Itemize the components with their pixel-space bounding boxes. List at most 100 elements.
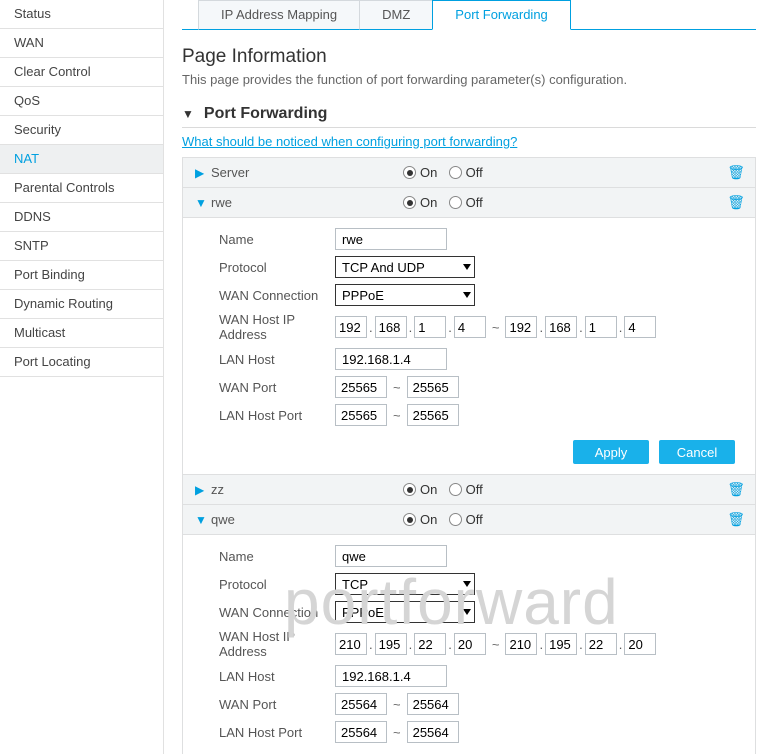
radio-off[interactable] [449,196,462,209]
tabs: IP Address Mapping DMZ Port Forwarding [182,0,756,30]
rule-header-qwe[interactable]: ▼ qwe On Off 🗑 [183,505,755,535]
wan-connection-select[interactable]: PPPoE [335,601,475,623]
name-input[interactable] [335,228,447,250]
cancel-button[interactable]: Cancel [659,440,735,464]
label-wan-connection: WAN Connection [219,605,335,620]
radio-off[interactable] [449,513,462,526]
wan-ip-to-oct4[interactable] [624,633,656,655]
wan-ip-from-oct2[interactable] [375,316,407,338]
radio-on[interactable] [403,166,416,179]
label-lan-host-port: LAN Host Port [219,408,335,423]
expand-down-icon[interactable]: ▼ [195,513,211,527]
lan-port-from[interactable] [335,404,387,426]
protocol-select[interactable]: TCP And UDP [335,256,475,278]
label-name: Name [219,232,335,247]
radio-on-label: On [420,482,437,497]
sidebar-item-port-locating[interactable]: Port Locating [0,348,163,377]
sidebar-item-nat[interactable]: NAT [0,145,163,174]
trash-icon[interactable]: 🗑 [725,164,745,181]
wan-ip-to-oct1[interactable] [505,633,537,655]
radio-on-label: On [420,512,437,527]
wan-ip-from-oct3[interactable] [414,633,446,655]
sidebar-item-port-binding[interactable]: Port Binding [0,261,163,290]
wan-port-to[interactable] [407,693,459,715]
wan-ip-to-oct3[interactable] [585,316,617,338]
wan-ip-from-oct4[interactable] [454,316,486,338]
wan-port-to[interactable] [407,376,459,398]
name-input[interactable] [335,545,447,567]
page-title: Page Information [182,46,756,68]
rule-name: qwe [211,512,403,527]
lan-port-to[interactable] [407,404,459,426]
trash-icon[interactable]: 🗑 [725,511,745,528]
wan-ip-from-oct1[interactable] [335,633,367,655]
sidebar-item-clear-control[interactable]: Clear Control [0,58,163,87]
lan-host-input[interactable] [335,665,447,687]
radio-on-label: On [420,195,437,210]
rule-header-zz[interactable]: ▶ zz On Off 🗑 [183,475,755,505]
label-wan-connection: WAN Connection [219,288,335,303]
sidebar-item-parental-controls[interactable]: Parental Controls [0,174,163,203]
rule-name: rwe [211,195,403,210]
sidebar-item-wan[interactable]: WAN [0,29,163,58]
wan-ip-to-oct2[interactable] [545,633,577,655]
label-protocol: Protocol [219,260,335,275]
label-protocol: Protocol [219,577,335,592]
label-wan-host-ip: WAN Host IP Address [219,629,335,659]
apply-button[interactable]: Apply [573,440,649,464]
radio-on[interactable] [403,196,416,209]
rule-header-rwe[interactable]: ▼ rwe On Off 🗑 [183,188,755,218]
page-description: This page provides the function of port … [182,72,756,87]
radio-off-label: Off [466,482,483,497]
sidebar-item-sntp[interactable]: SNTP [0,232,163,261]
radio-on-label: On [420,165,437,180]
radio-off[interactable] [449,166,462,179]
wan-ip-from-oct1[interactable] [335,316,367,338]
label-lan-host-port: LAN Host Port [219,725,335,740]
tab-port-forwarding[interactable]: Port Forwarding [432,0,570,30]
rule-body-rwe: Name Protocol TCP And UDP WAN Connection… [183,218,755,475]
lan-port-from[interactable] [335,721,387,743]
rule-header-server[interactable]: ▶ Server On Off 🗑 [183,158,755,188]
radio-off[interactable] [449,483,462,496]
label-lan-host: LAN Host [219,352,335,367]
wan-ip-from-oct2[interactable] [375,633,407,655]
label-wan-host-ip: WAN Host IP Address [219,312,335,342]
wan-port-from[interactable] [335,376,387,398]
wan-ip-to-oct2[interactable] [545,316,577,338]
trash-icon[interactable]: 🗑 [725,481,745,498]
wan-ip-to-oct4[interactable] [624,316,656,338]
wan-ip-to-oct3[interactable] [585,633,617,655]
wan-connection-select[interactable]: PPPoE [335,284,475,306]
lan-host-input[interactable] [335,348,447,370]
tab-ip-address-mapping[interactable]: IP Address Mapping [198,0,360,30]
wan-ip-to-oct1[interactable] [505,316,537,338]
sidebar-item-status[interactable]: Status [0,0,163,29]
tab-dmz[interactable]: DMZ [359,0,433,30]
expand-down-icon[interactable]: ▼ [195,196,211,210]
sidebar-item-qos[interactable]: QoS [0,87,163,116]
section-header[interactable]: ▼ Port Forwarding [182,105,756,128]
sidebar-item-dynamic-routing[interactable]: Dynamic Routing [0,290,163,319]
sidebar-item-security[interactable]: Security [0,116,163,145]
protocol-select[interactable]: TCP [335,573,475,595]
sidebar-item-ddns[interactable]: DDNS [0,203,163,232]
label-lan-host: LAN Host [219,669,335,684]
wan-port-from[interactable] [335,693,387,715]
rule-list: ▶ Server On Off 🗑 ▼ rwe On Off [182,157,756,754]
rule-name: zz [211,482,403,497]
expand-right-icon[interactable]: ▶ [195,166,211,180]
help-link[interactable]: What should be noticed when configuring … [182,134,517,149]
radio-off-label: Off [466,512,483,527]
radio-on[interactable] [403,483,416,496]
lan-port-to[interactable] [407,721,459,743]
wan-ip-from-oct3[interactable] [414,316,446,338]
label-wan-port: WAN Port [219,697,335,712]
section-title: Port Forwarding [204,105,328,123]
wan-ip-from-oct4[interactable] [454,633,486,655]
rule-body-qwe: Name Protocol TCP WAN Connection PPPoE W… [183,535,755,754]
trash-icon[interactable]: 🗑 [725,194,745,211]
sidebar-item-multicast[interactable]: Multicast [0,319,163,348]
radio-on[interactable] [403,513,416,526]
expand-right-icon[interactable]: ▶ [195,483,211,497]
